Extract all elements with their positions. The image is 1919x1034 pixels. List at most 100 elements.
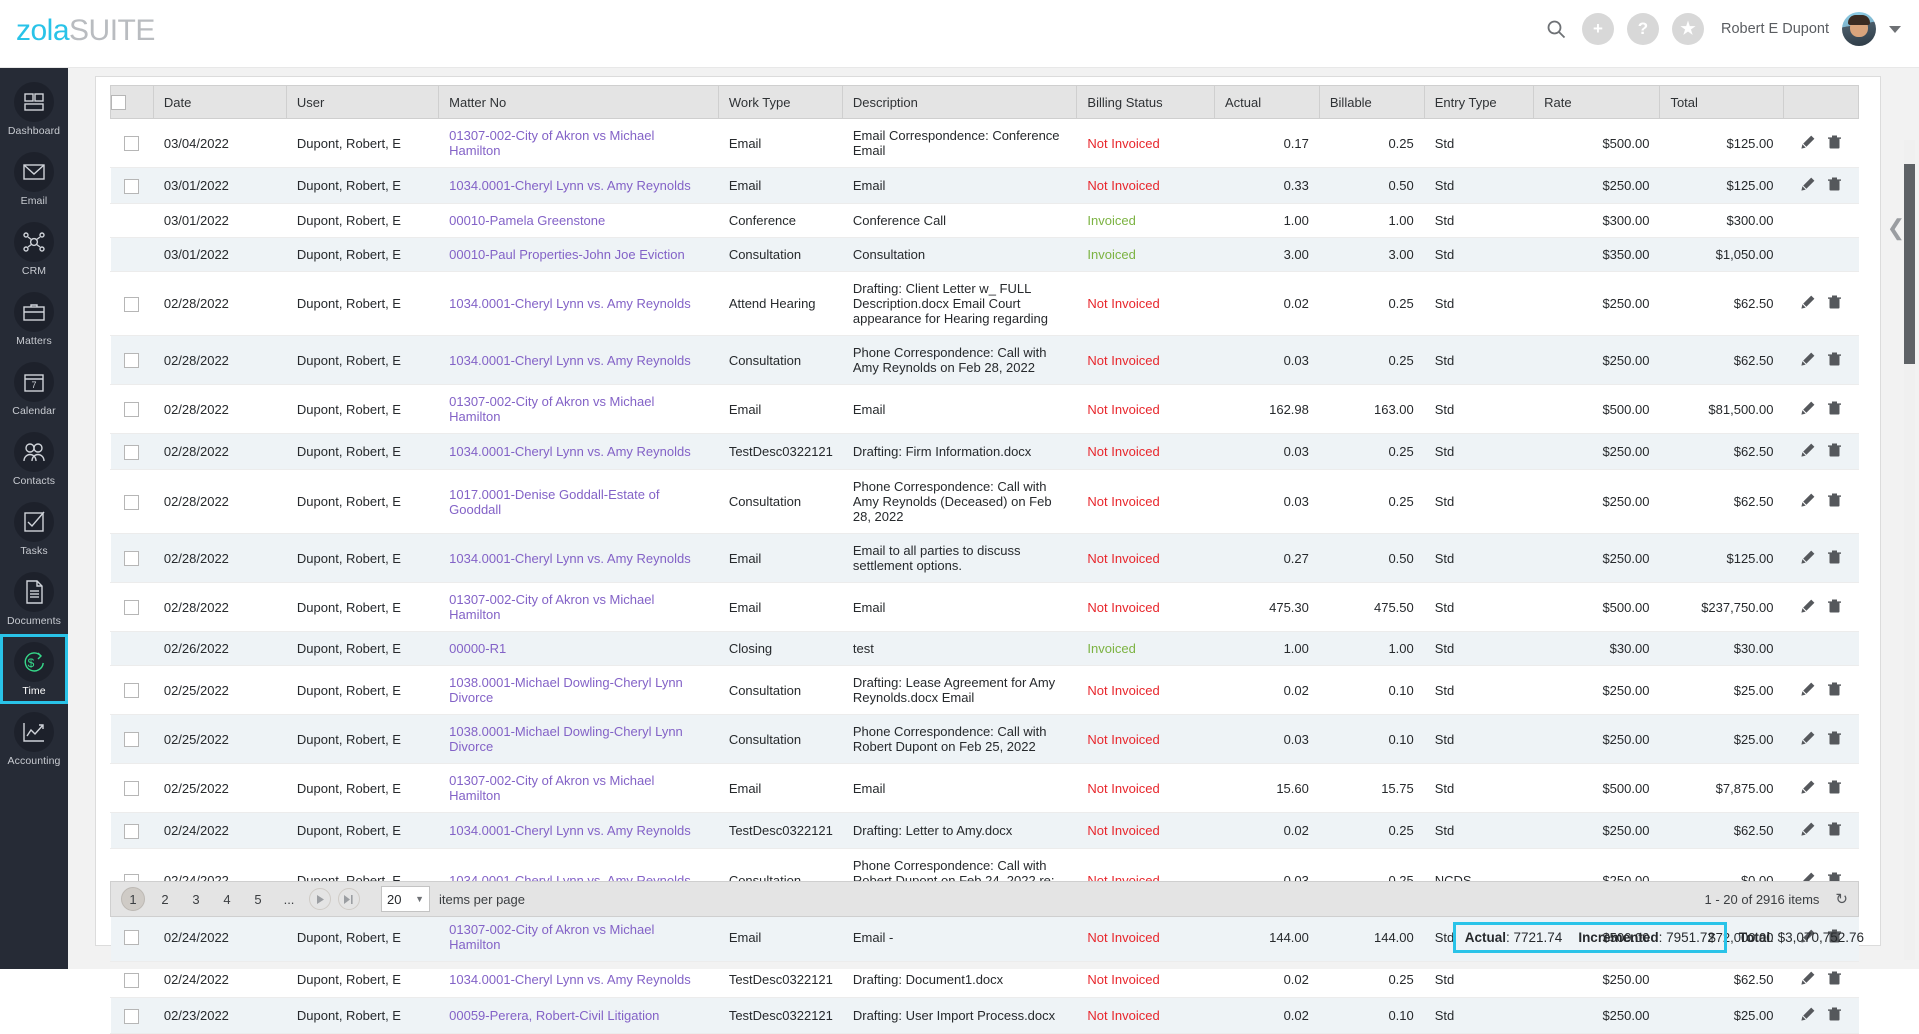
row-select-cell[interactable] xyxy=(110,714,154,765)
table-row[interactable]: 02/28/2022 Dupont, Robert, E 1034.0001-Che… xyxy=(110,271,1859,337)
matter-link[interactable]: 1034.0001-Cheryl Lynn vs. Amy Reynolds xyxy=(449,296,691,311)
matter-link[interactable]: 00059-Perera, Robert-Civil Litigation xyxy=(449,1008,659,1023)
table-row[interactable]: 02/28/2022 Dupont, Robert, E 1034.0001-Che… xyxy=(110,433,1859,471)
table-row[interactable]: 02/28/2022 Dupont, Robert, E 1034.0001-Che… xyxy=(110,533,1859,584)
delete-icon[interactable] xyxy=(1828,971,1842,988)
edit-icon[interactable] xyxy=(1801,822,1815,839)
delete-icon[interactable] xyxy=(1828,135,1842,152)
row-select-cell[interactable] xyxy=(110,118,154,169)
delete-icon[interactable] xyxy=(1828,550,1842,567)
row-checkbox[interactable] xyxy=(124,972,140,988)
edit-icon[interactable] xyxy=(1801,135,1815,152)
table-row[interactable]: 02/24/2022Dupont, Robert, E 1034.0001-Che… xyxy=(110,961,1859,999)
table-row[interactable]: 02/25/2022 Dupont, Robert, E 01307-002-Cit… xyxy=(110,763,1859,814)
refresh-icon[interactable]: ↻ xyxy=(1835,890,1848,908)
sidebar-item-tasks[interactable]: Tasks xyxy=(0,494,68,564)
col-matter-no[interactable]: Matter No xyxy=(438,84,719,120)
edit-icon[interactable] xyxy=(1801,780,1815,797)
matter-link[interactable]: 01307-002-City of Akron vs Michael Hamil… xyxy=(449,773,654,803)
sidebar-item-documents[interactable]: Documents xyxy=(0,564,68,634)
edit-icon[interactable] xyxy=(1801,1007,1815,1024)
delete-icon[interactable] xyxy=(1828,682,1842,699)
help-button[interactable]: ? xyxy=(1626,13,1659,45)
col-work-type[interactable]: Work Type xyxy=(717,84,843,120)
row-checkbox[interactable] xyxy=(124,494,140,510)
row-select-cell[interactable] xyxy=(110,384,154,435)
col-entry-type[interactable]: Entry Type xyxy=(1423,84,1535,120)
row-select-cell[interactable] xyxy=(110,203,154,239)
delete-icon[interactable] xyxy=(1828,352,1842,369)
table-row[interactable]: 02/28/2022 Dupont, Robert, E 1017.0001-Den… xyxy=(110,469,1859,535)
table-row[interactable]: 02/28/2022 Dupont, Robert, E 01307-002-Cit… xyxy=(110,582,1859,633)
delete-icon[interactable] xyxy=(1828,443,1842,460)
col-rate[interactable]: Rate xyxy=(1533,84,1661,120)
col-billable[interactable]: Billable xyxy=(1318,84,1425,120)
row-select-cell[interactable] xyxy=(110,665,154,716)
page-button-2[interactable]: 2 xyxy=(154,888,176,910)
row-checkbox[interactable] xyxy=(124,296,140,312)
row-select-cell[interactable] xyxy=(110,469,154,535)
edit-icon[interactable] xyxy=(1801,352,1815,369)
row-select-cell[interactable] xyxy=(110,997,154,1034)
row-select-cell[interactable] xyxy=(110,582,154,633)
matter-link[interactable]: 1034.0001-Cheryl Lynn vs. Amy Reynolds xyxy=(449,823,691,838)
edit-icon[interactable] xyxy=(1801,599,1815,616)
row-checkbox[interactable] xyxy=(124,136,140,152)
row-select-cell[interactable] xyxy=(110,167,154,205)
table-row[interactable]: 02/25/2022 Dupont, Robert, E 1038.0001-Mic… xyxy=(110,714,1859,765)
edit-icon[interactable] xyxy=(1801,731,1815,748)
delete-icon[interactable] xyxy=(1828,295,1842,312)
row-checkbox[interactable] xyxy=(124,600,140,616)
row-checkbox[interactable] xyxy=(124,551,140,567)
table-row[interactable]: 02/23/2022 Dupont, Robert, E 00059-Perera,… xyxy=(110,997,1859,1034)
edit-icon[interactable] xyxy=(1801,443,1815,460)
table-row[interactable]: 02/25/2022 Dupont, Robert, E 1038.0001-Mic… xyxy=(110,665,1859,716)
collapse-panel-icon[interactable]: ❮ xyxy=(1887,208,1905,248)
matter-link[interactable]: 01307-002-City of Akron vs Michael Hamil… xyxy=(449,922,654,952)
col-total[interactable]: Total xyxy=(1659,84,1785,120)
delete-icon[interactable] xyxy=(1828,599,1842,616)
add-button[interactable]: + xyxy=(1581,13,1614,45)
table-row[interactable]: 02/26/2022 Dupont, Robert, E 00000-R1 Closi… xyxy=(110,631,1859,667)
matter-link[interactable]: 1017.0001-Denise Goddall-Estate of Goodd… xyxy=(449,487,659,517)
table-row[interactable]: 03/01/2022 Dupont, Robert, E 00010-Paul Pr… xyxy=(110,237,1859,273)
sidebar-item-time[interactable]: $ Time xyxy=(0,634,68,704)
edit-icon[interactable] xyxy=(1801,295,1815,312)
col-select-all[interactable] xyxy=(110,84,154,120)
matter-link[interactable]: 00010-Paul Properties-John Joe Eviction xyxy=(449,247,685,262)
row-checkbox[interactable] xyxy=(124,353,140,369)
delete-icon[interactable] xyxy=(1828,1007,1842,1024)
col-billing-status[interactable]: Billing Status xyxy=(1076,84,1215,120)
sidebar-item-contacts[interactable]: Contacts xyxy=(0,424,68,494)
row-select-cell[interactable] xyxy=(110,912,154,963)
row-checkbox[interactable] xyxy=(124,732,140,748)
delete-icon[interactable] xyxy=(1828,731,1842,748)
matter-link[interactable]: 1034.0001-Cheryl Lynn vs. Amy Reynolds xyxy=(449,972,691,987)
edit-icon[interactable] xyxy=(1801,550,1815,567)
sidebar-item-calendar[interactable]: 7 Calendar xyxy=(0,354,68,424)
row-select-cell[interactable] xyxy=(110,433,154,471)
matter-link[interactable]: 00010-Pamela Greenstone xyxy=(449,213,605,228)
delete-icon[interactable] xyxy=(1828,780,1842,797)
matter-link[interactable]: 00000-R1 xyxy=(449,641,506,656)
delete-icon[interactable] xyxy=(1828,822,1842,839)
avatar[interactable] xyxy=(1842,12,1876,46)
matter-link[interactable]: 1034.0001-Cheryl Lynn vs. Amy Reynolds xyxy=(449,178,691,193)
sidebar-item-accounting[interactable]: Accounting xyxy=(0,704,68,774)
row-checkbox[interactable] xyxy=(124,444,140,460)
last-page-button[interactable] xyxy=(338,888,360,910)
table-row[interactable]: 02/24/2022Dupont, Robert, E 1034.0001-Che… xyxy=(110,812,1859,850)
edit-icon[interactable] xyxy=(1801,401,1815,418)
row-checkbox[interactable] xyxy=(124,1008,140,1024)
table-row[interactable]: 02/28/2022 Dupont, Robert, E 1034.0001-Che… xyxy=(110,335,1859,386)
row-select-cell[interactable] xyxy=(110,335,154,386)
matter-link[interactable]: 01307-002-City of Akron vs Michael Hamil… xyxy=(449,394,654,424)
row-select-cell[interactable] xyxy=(110,631,154,667)
col-actual[interactable]: Actual xyxy=(1214,84,1320,120)
table-row[interactable]: 03/04/2022 Dupont, Robert, E 01307-002-Cit… xyxy=(110,118,1859,169)
row-checkbox[interactable] xyxy=(124,683,140,699)
delete-icon[interactable] xyxy=(1828,177,1842,194)
table-row[interactable]: 02/28/2022 Dupont, Robert, E 01307-002-Cit… xyxy=(110,384,1859,435)
row-select-cell[interactable] xyxy=(110,763,154,814)
items-per-page-select[interactable]: 20 ▼ xyxy=(381,886,430,912)
